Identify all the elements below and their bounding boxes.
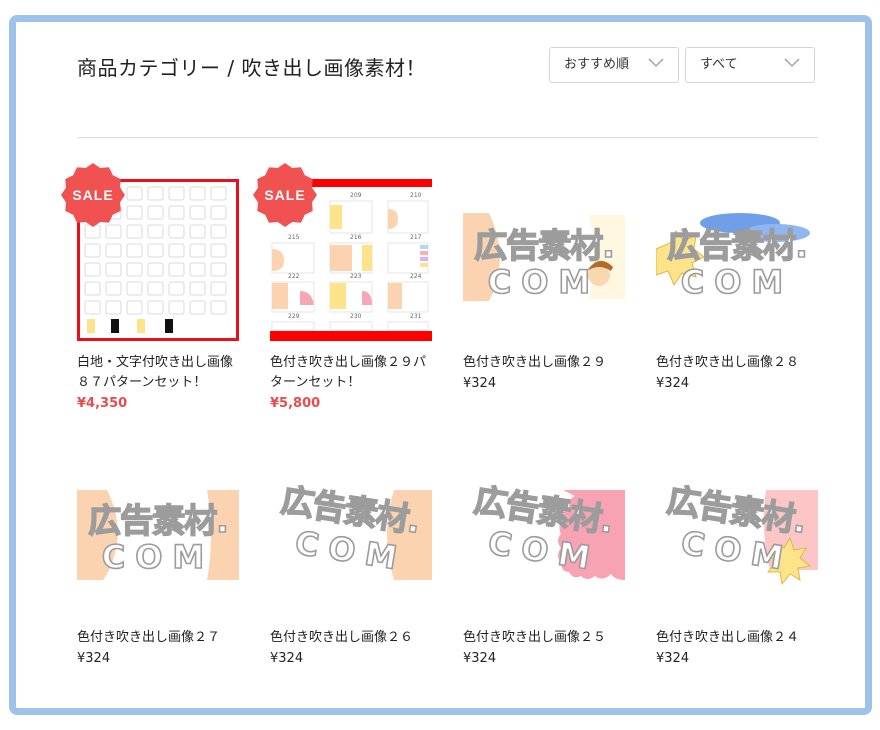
filter-select-value: すべて <box>700 57 738 72</box>
bubble-image <box>558 490 625 580</box>
product-name[interactable]: 色付き吹き出し画像２９パターンセット！ <box>270 353 435 393</box>
product-card[interactable]: 広告素材. COM 色付き吹き出し画像２７ ¥324 <box>77 454 242 670</box>
product-thumbnail[interactable]: 広告素材. COM <box>270 454 432 616</box>
sheet-number: 216 <box>350 234 362 241</box>
page-title: 商品カテゴリー / 吹き出し画像素材！ <box>77 56 426 80</box>
chevron-down-icon <box>784 58 800 67</box>
bubble-image <box>656 213 810 287</box>
product-price: ¥324 <box>463 651 497 666</box>
product-thumbnail[interactable]: 広告素材. COM <box>463 179 625 341</box>
product-price: ¥5,800 <box>270 396 321 411</box>
sheet-number: 209 <box>350 192 362 199</box>
bubble-image <box>77 490 239 580</box>
product-price: ¥324 <box>656 651 690 666</box>
bubble-image <box>763 490 818 586</box>
product-name[interactable]: 色付き吹き出し画像２７ <box>77 628 242 648</box>
sheet-number: 231 <box>410 313 422 320</box>
sale-badge-label: SALE <box>264 187 306 203</box>
product-price: ¥4,350 <box>77 396 128 411</box>
sheet-number: 223 <box>350 273 362 280</box>
sheet-number: 217 <box>410 234 422 241</box>
sheet-number: 224 <box>410 273 422 280</box>
sheet-number: 230 <box>350 313 362 320</box>
product-name[interactable]: 色付き吹き出し画像２８ <box>656 353 821 373</box>
bubble-image <box>387 490 432 580</box>
product-name[interactable]: 白地・文字付吹き出し画像８７パターンセット！ <box>77 353 242 393</box>
product-price: ¥324 <box>270 651 304 666</box>
sheet-number: 215 <box>288 234 300 241</box>
product-card[interactable]: 広告素材. COM 色付き吹き出し画像２８ ¥324 <box>656 179 821 395</box>
product-thumbnail[interactable]: 広告素材. COM <box>656 454 818 616</box>
sale-badge: SALE <box>60 162 126 228</box>
sheet-number: 210 <box>410 192 422 199</box>
product-name[interactable]: 色付き吹き出し画像２９ <box>463 353 628 373</box>
sale-badge-label: SALE <box>72 187 114 203</box>
sort-select-value: おすすめ順 <box>564 57 630 72</box>
sheet-number: 229 <box>288 313 300 320</box>
chevron-down-icon <box>648 58 664 67</box>
product-name[interactable]: 色付き吹き出し画像２４ <box>656 628 821 648</box>
product-card[interactable]: 広告素材. COM 色付き吹き出し画像２４ ¥324 <box>656 454 821 670</box>
bubble-image <box>463 213 625 301</box>
filter-select[interactable]: すべて <box>685 47 815 83</box>
sale-badge: SALE <box>252 162 318 228</box>
product-thumbnail[interactable]: 広告素材. COM <box>77 454 239 616</box>
sheet-number: 222 <box>288 273 300 280</box>
product-card[interactable]: 広告素材. COM 色付き吹き出し画像２５ ¥324 <box>463 454 628 670</box>
product-thumbnail[interactable]: 広告素材. COM <box>463 454 625 616</box>
product-price: ¥324 <box>463 376 497 391</box>
sort-select[interactable]: おすすめ順 <box>549 47 679 83</box>
product-price: ¥324 <box>77 651 111 666</box>
header-divider <box>77 137 818 138</box>
product-card[interactable]: 広告素材. COM 色付き吹き出し画像２９ ¥324 <box>463 179 628 395</box>
product-name[interactable]: 色付き吹き出し画像２６ <box>270 628 435 648</box>
product-card[interactable]: 広告素材. COM 色付き吹き出し画像２６ ¥324 <box>270 454 435 670</box>
product-thumbnail[interactable]: 広告素材. COM <box>656 179 818 341</box>
product-price: ¥324 <box>656 376 690 391</box>
product-name[interactable]: 色付き吹き出し画像２５ <box>463 628 628 648</box>
